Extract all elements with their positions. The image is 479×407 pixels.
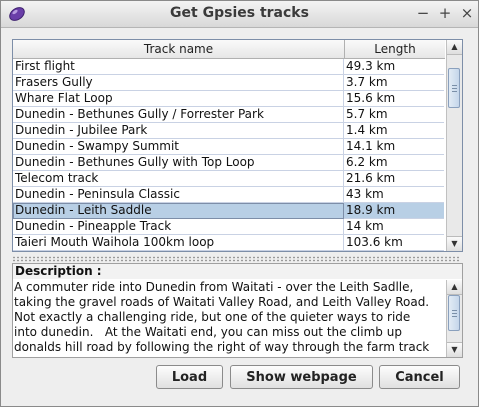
track-length-cell: 3.7 km — [344, 75, 444, 91]
track-length-cell: 14.1 km — [344, 139, 444, 155]
track-name-cell: Dunedin - Pineapple Track — [13, 219, 344, 235]
tracks-table[interactable]: Track name Length First flight 49.3 km Fra… — [12, 39, 463, 252]
track-name-cell: Dunedin - Bethunes Gully with Top Loop — [13, 155, 344, 171]
track-length-cell: 14 km — [344, 219, 444, 235]
track-length-cell: 49.3 km — [344, 59, 444, 75]
table-scrollbar[interactable]: ▲ ▼ — [446, 40, 462, 251]
table-row[interactable]: Whare Flat Loop 15.6 km — [13, 91, 445, 107]
table-row[interactable]: Dunedin - Bethunes Gully with Top Loop 6.… — [13, 155, 445, 171]
track-name-cell: Frasers Gully — [13, 75, 344, 91]
scroll-up-arrow-icon[interactable]: ▲ — [447, 280, 462, 295]
description-panel: Description : A commuter ride into Duned… — [12, 263, 463, 358]
table-row[interactable]: Taieri Mouth Waihola 100km loop 103.6 km — [13, 235, 445, 251]
track-name-cell: Taieri Mouth Waihola 100km loop — [13, 235, 344, 251]
table-row[interactable]: Dunedin - Jubilee Park 1.4 km — [13, 123, 445, 139]
table-row[interactable]: Dunedin - Swampy Summit 14.1 km — [13, 139, 445, 155]
track-length-cell: 43 km — [344, 187, 444, 203]
track-length-cell: 21.6 km — [344, 171, 444, 187]
track-length-cell: 18.9 km — [344, 203, 444, 219]
close-button[interactable]: × — [458, 4, 476, 22]
track-length-cell: 6.2 km — [344, 155, 444, 171]
track-name-cell: Dunedin - Peninsula Classic — [13, 187, 344, 203]
window-title: Get Gpsies tracks — [170, 5, 309, 21]
table-row[interactable]: Dunedin - Bethunes Gully / Forrester Par… — [13, 107, 445, 123]
split-pane-divider[interactable] — [12, 256, 461, 262]
track-name-cell: Dunedin - Leith Saddle — [13, 203, 344, 219]
track-name-cell: Dunedin - Jubilee Park — [13, 123, 344, 139]
track-name-cell: Dunedin - Bethunes Gully / Forrester Par… — [13, 107, 344, 123]
table-row[interactable]: Dunedin - Leith Saddle 18.9 km — [13, 203, 445, 219]
description-text[interactable]: A commuter ride into Dunedin from Waitat… — [14, 280, 444, 356]
column-header-length[interactable]: Length — [345, 40, 445, 58]
track-name-cell: First flight — [13, 59, 344, 75]
load-button[interactable]: Load — [156, 365, 223, 389]
title-bar[interactable]: Get Gpsies tracks − + × — [1, 1, 478, 28]
scroll-up-arrow-icon[interactable]: ▲ — [447, 40, 462, 55]
track-name-cell: Telecom track — [13, 171, 344, 187]
table-row[interactable]: Dunedin - Pineapple Track 14 km — [13, 219, 445, 235]
minimize-button[interactable]: − — [414, 4, 432, 22]
cancel-button[interactable]: Cancel — [379, 365, 460, 389]
table-body: First flight 49.3 km Frasers Gully 3.7 km Wh… — [13, 59, 445, 251]
scroll-down-arrow-icon[interactable]: ▼ — [447, 342, 462, 357]
track-length-cell: 15.6 km — [344, 91, 444, 107]
track-length-cell: 103.6 km — [344, 235, 444, 251]
scroll-thumb[interactable] — [448, 68, 460, 108]
track-name-cell: Whare Flat Loop — [13, 91, 344, 107]
table-header: Track name Length — [13, 40, 445, 59]
description-scrollbar[interactable]: ▲ ▼ — [446, 280, 462, 357]
scroll-down-arrow-icon[interactable]: ▼ — [447, 236, 462, 251]
table-row[interactable]: First flight 49.3 km — [13, 59, 445, 75]
scroll-thumb[interactable] — [448, 295, 460, 331]
table-row[interactable]: Dunedin - Peninsula Classic 43 km — [13, 187, 445, 203]
track-name-cell: Dunedin - Swampy Summit — [13, 139, 344, 155]
show-webpage-button[interactable]: Show webpage — [230, 365, 373, 389]
track-length-cell: 5.7 km — [344, 107, 444, 123]
table-row[interactable]: Frasers Gully 3.7 km — [13, 75, 445, 91]
table-row[interactable]: Telecom track 21.6 km — [13, 171, 445, 187]
track-length-cell: 1.4 km — [344, 123, 444, 139]
maximize-button[interactable]: + — [436, 4, 454, 22]
dialog-window: Get Gpsies tracks − + × Track name Lengt… — [0, 0, 479, 407]
column-header-track-name[interactable]: Track name — [13, 40, 345, 58]
description-label: Description : — [13, 264, 462, 279]
